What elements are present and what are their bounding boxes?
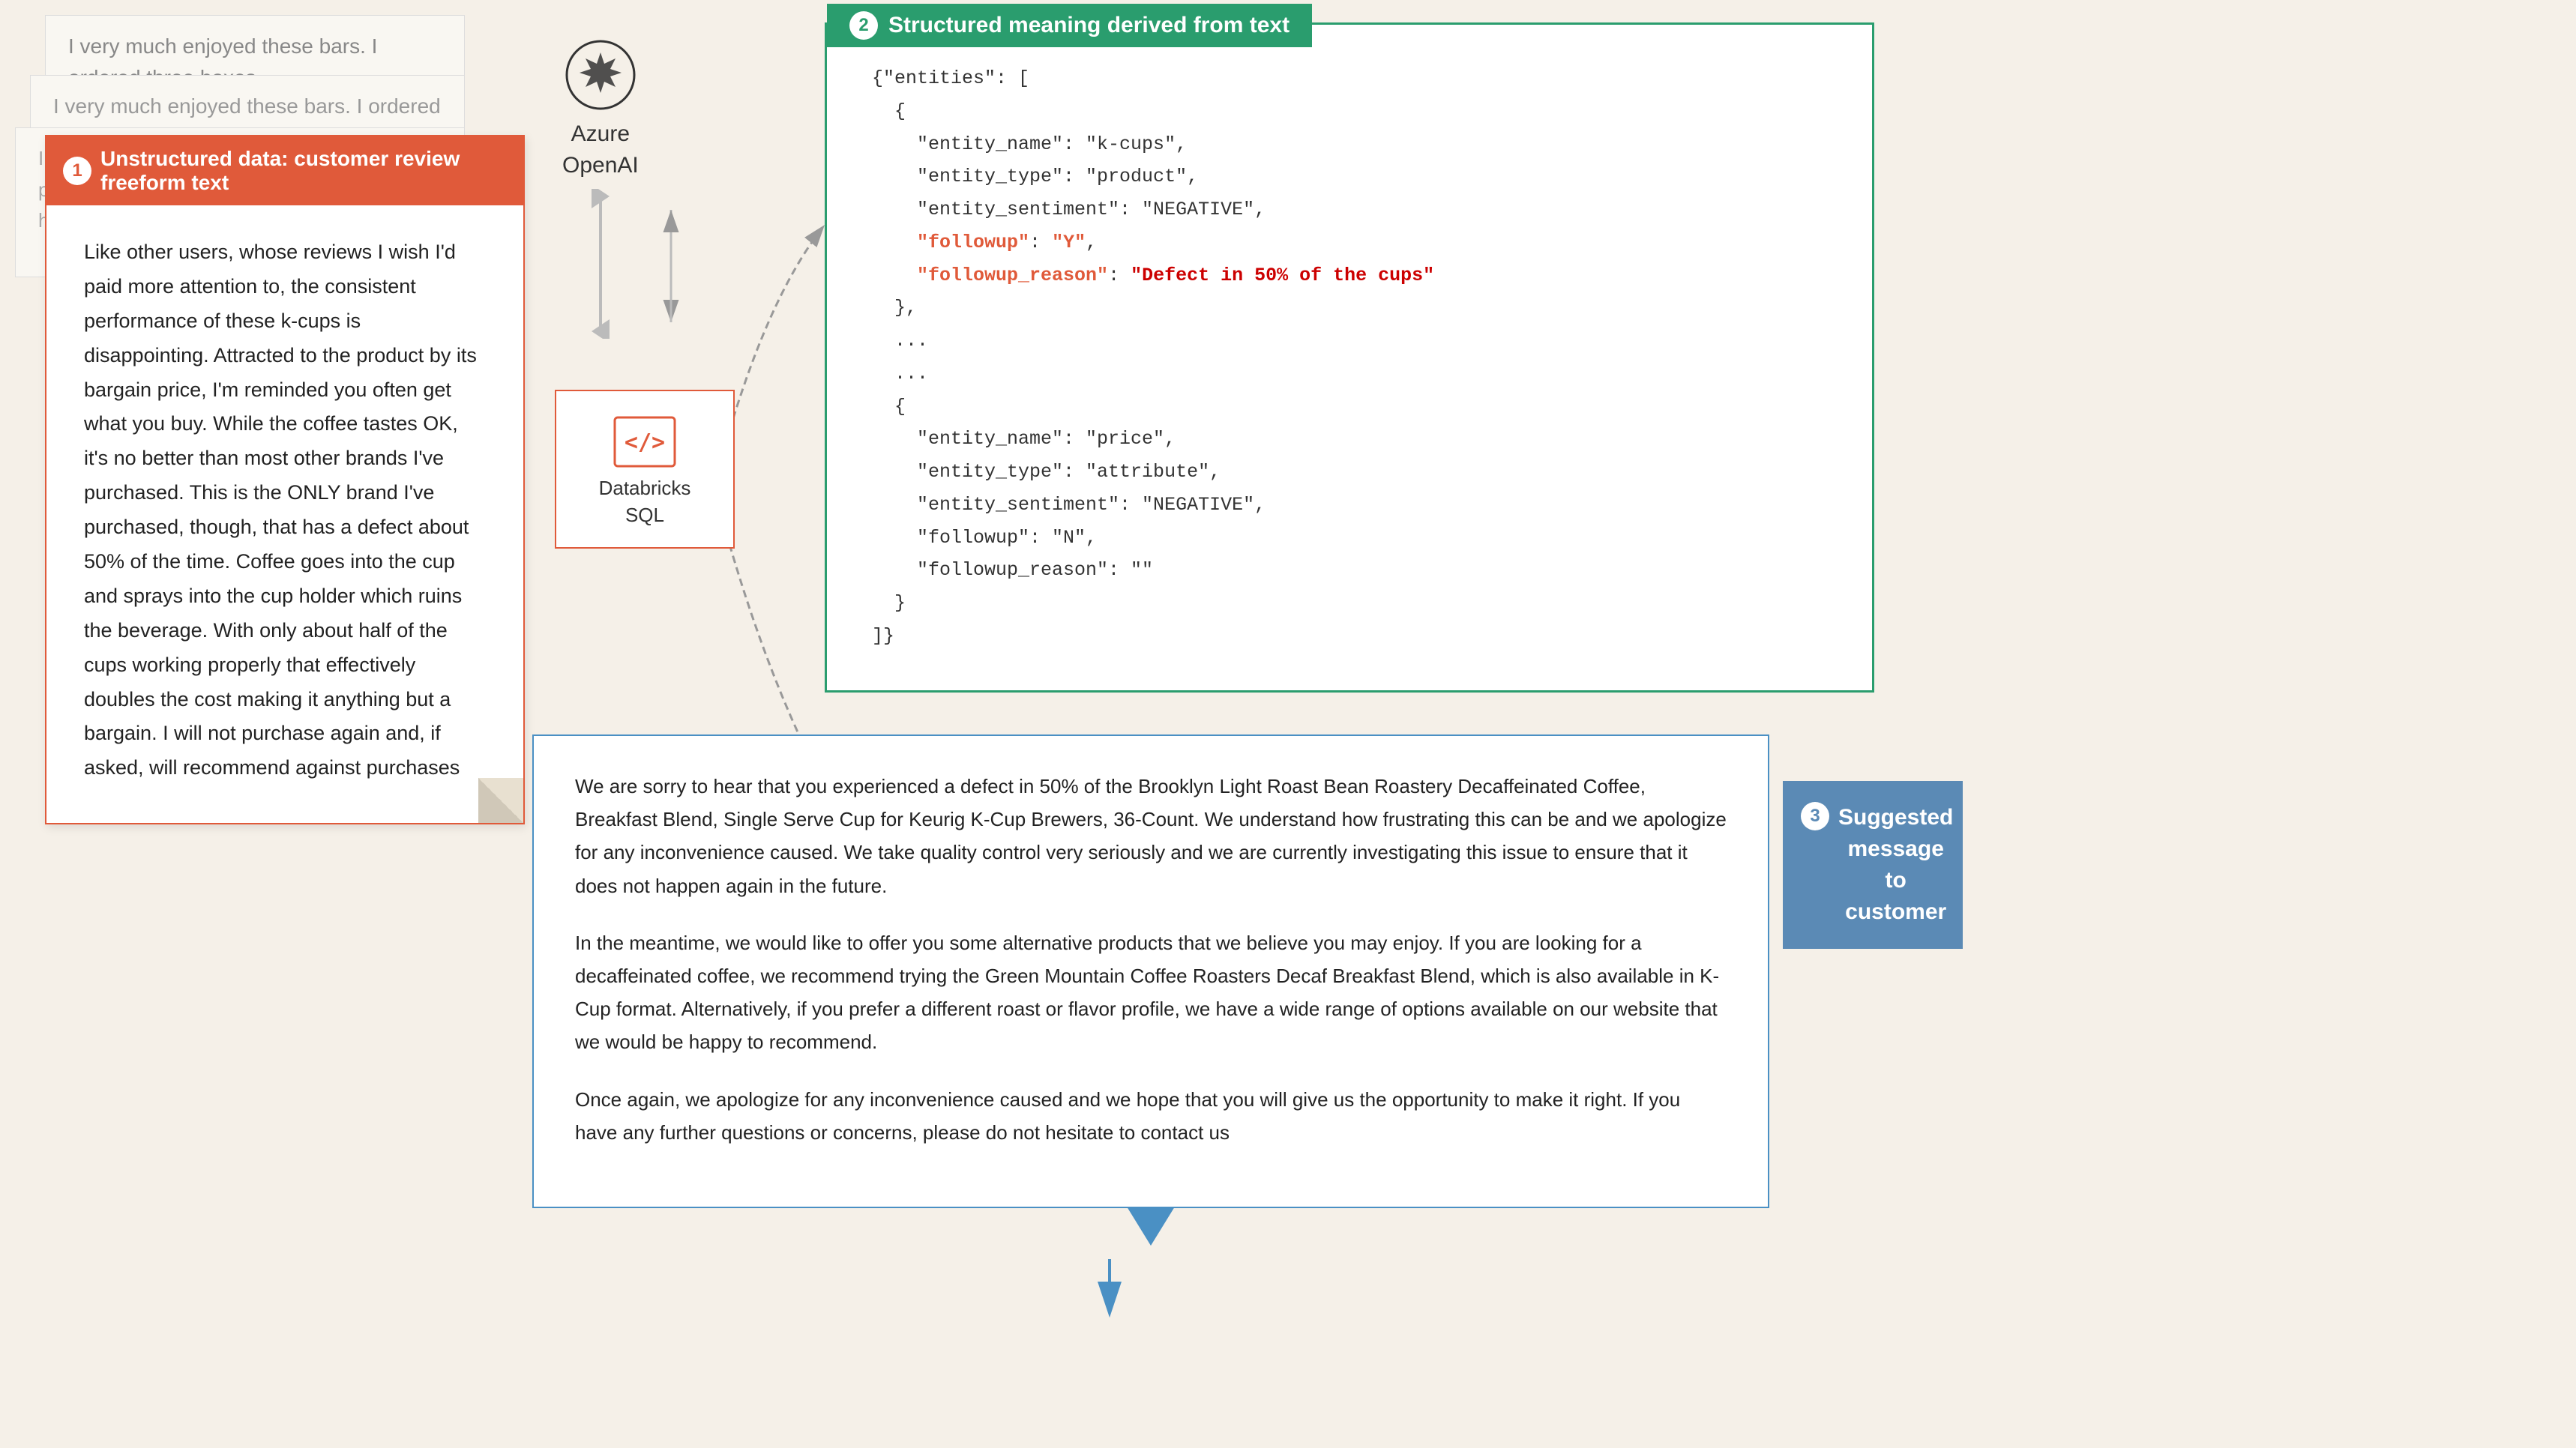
message-panel: 3 Suggested message to customer We are s… <box>532 734 1769 1208</box>
databricks-icon: </> <box>611 414 678 470</box>
message-down-arrow-icon <box>1127 1207 1175 1246</box>
azure-openai-section: Azure OpenAI <box>562 37 639 346</box>
openai-logo-icon <box>563 37 638 112</box>
azure-label-line2: OpenAI <box>562 153 639 178</box>
databricks-box: </> Databricks SQL <box>555 390 735 549</box>
json-panel-label: 2 Structured meaning derived from text <box>827 4 1312 47</box>
review-card: 1 Unstructured data: customer review fre… <box>45 135 525 824</box>
review-card-body: Like other users, whose reviews I wish I… <box>46 205 523 823</box>
json-panel: 2 Structured meaning derived from text {… <box>825 22 1874 693</box>
databricks-label-line2: SQL <box>625 504 664 526</box>
svg-text:</>: </> <box>625 429 665 456</box>
azure-label-line1: Azure <box>571 121 630 146</box>
message-paragraph-2: In the meantime, we would like to offer … <box>575 926 1727 1059</box>
vertical-arrow-icon <box>586 189 616 339</box>
review-text: Like other users, whose reviews I wish I… <box>84 241 477 779</box>
review-card-label: 1 Unstructured data: customer review fre… <box>46 136 523 205</box>
message-panel-label: 3 Suggested message to customer <box>1783 781 1963 949</box>
json-content: {"entities": [ { "entity_name": "k-cups"… <box>872 62 1827 653</box>
message-paragraph-1: We are sorry to hear that you experience… <box>575 770 1727 902</box>
dashed-arrow-to-json <box>720 225 825 465</box>
review-card-label-text: Unstructured data: customer review freef… <box>100 147 507 195</box>
json-panel-label-text: Structured meaning derived from text <box>888 13 1289 38</box>
label-number-3: 3 <box>1801 802 1829 830</box>
label-number-2: 2 <box>849 11 878 40</box>
databricks-label-line1: Databricks <box>599 477 691 499</box>
azure-openai-label: Azure OpenAI <box>562 118 639 181</box>
databricks-label: Databricks SQL <box>599 474 691 529</box>
message-panel-label-text: Suggested message to customer <box>1838 802 1953 928</box>
message-paragraph-3: Once again, we apologize for any inconve… <box>575 1083 1727 1149</box>
label-number-1: 1 <box>63 157 91 185</box>
